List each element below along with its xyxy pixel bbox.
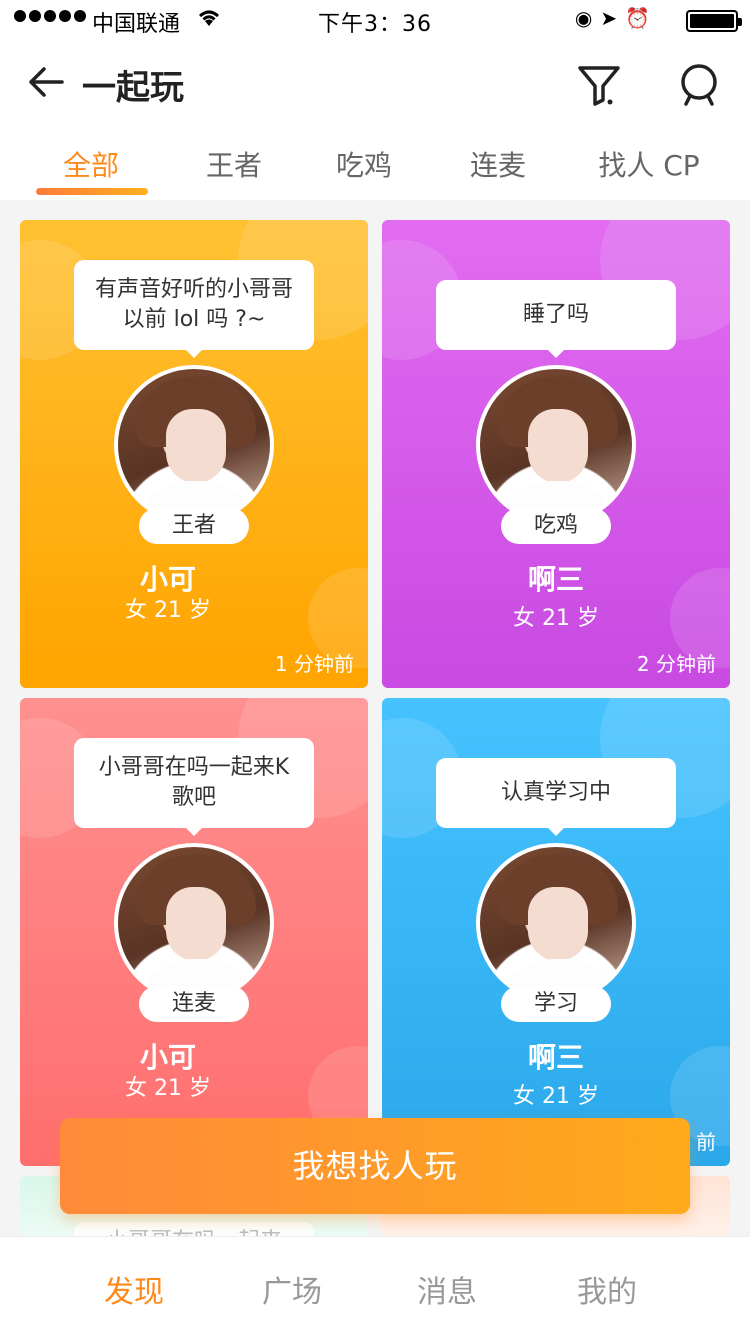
status-bar: 中国联通 下午3：36 ◉➤⏰ (0, 0, 750, 40)
game-tag: 吃鸡 (501, 508, 611, 544)
message-bubble: 认真学习中 (436, 758, 676, 836)
filter-icon[interactable] (576, 62, 622, 108)
message-bubble: 有声音好听的小哥哥以前 lol 吗 ?~ (74, 260, 314, 358)
avatar (114, 365, 274, 525)
tab-chiji[interactable]: 吃鸡 (289, 144, 439, 184)
tab-wangzhe[interactable]: 王者 (159, 144, 309, 184)
message-bubble: 小哥哥在吗一起来K 歌吧 (74, 738, 314, 836)
time-ago: 1 分钟前 (274, 652, 354, 676)
avatar (476, 365, 636, 525)
nav-bar: 一起玩 (0, 40, 750, 128)
battery-icon (686, 10, 742, 32)
bottom-tab-square[interactable]: 广场 (232, 1267, 352, 1311)
system-icons: ◉➤⏰ (574, 6, 658, 30)
bottom-tab-messages[interactable]: 消息 (387, 1267, 507, 1311)
user-meta: 女 21 岁 (125, 1076, 211, 1101)
user-meta: 女 21 岁 (125, 598, 211, 623)
time-ago: 2 分钟前 (636, 652, 716, 676)
message-bubble: 睡了吗 (436, 280, 676, 358)
bottom-tab-discover[interactable]: 发现 (74, 1267, 194, 1311)
time-ago: 前 (696, 1130, 716, 1154)
find-partner-button[interactable]: 我想找人玩 (60, 1118, 690, 1214)
game-tag: 王者 (139, 508, 249, 544)
user-meta: 女 21 岁 (513, 606, 599, 631)
back-arrow-icon[interactable] (26, 62, 66, 102)
chat-bubble-icon[interactable] (676, 62, 722, 108)
user-name: 啊三 (527, 563, 584, 596)
user-card[interactable]: 有声音好听的小哥哥以前 lol 吗 ?~ 王者 小可 女 21 岁 1 分钟前 (20, 220, 368, 688)
tab-all[interactable]: 全部 (16, 144, 166, 184)
game-tag: 连麦 (139, 986, 249, 1022)
tab-indicator (36, 188, 148, 195)
avatar (476, 843, 636, 1003)
user-name: 啊三 (527, 1041, 584, 1074)
avatar (114, 843, 274, 1003)
user-card[interactable]: 认真学习中 学习 啊三 女 21 岁 前 (382, 698, 730, 1166)
user-card[interactable]: 睡了吗 吃鸡 啊三 女 21 岁 2 分钟前 (382, 220, 730, 688)
user-meta: 女 21 岁 (513, 1084, 599, 1109)
tab-find-cp[interactable]: 找人 CP (574, 144, 724, 184)
tab-lianmai[interactable]: 连麦 (423, 144, 573, 184)
bottom-tab-mine[interactable]: 我的 (547, 1267, 667, 1311)
category-tabs: 全部 王者 吃鸡 连麦 找人 CP (0, 128, 750, 200)
user-card[interactable]: 小哥哥在吗一起来K 歌吧 连麦 小可 女 21 岁 (20, 698, 368, 1166)
bottom-tab-bar: 发现 广场 消息 我的 (0, 1236, 750, 1334)
game-tag: 学习 (501, 986, 611, 1022)
page-title: 一起玩 (82, 68, 184, 108)
